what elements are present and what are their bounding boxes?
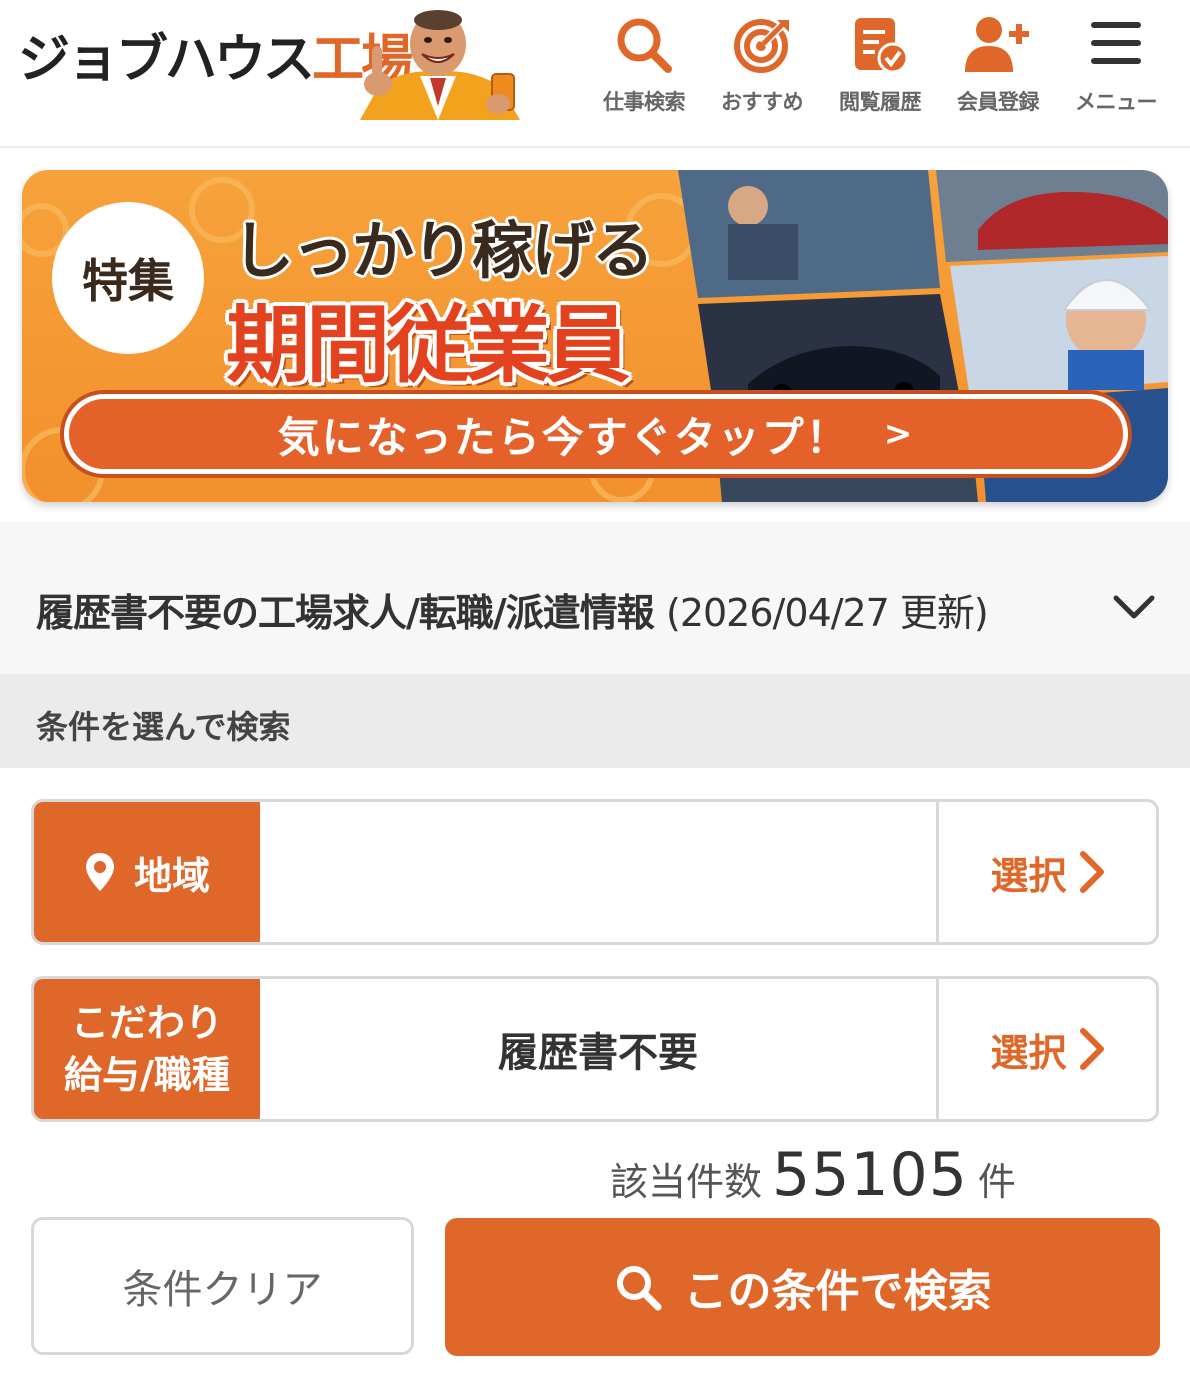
clear-button-label: 条件クリア	[122, 1267, 323, 1313]
nav-label: 仕事検索	[603, 90, 686, 114]
target-icon	[734, 19, 789, 73]
chevron-right-icon: >	[883, 414, 915, 454]
updated-date: (2026/04/27 更新)	[666, 591, 989, 635]
area-filter-row[interactable]: 地域 選択	[31, 799, 1159, 945]
page-heading-toggle[interactable]: 履歴書不要の工場求人/転職/派遣情報 (2026/04/27 更新)	[0, 522, 1190, 674]
result-count-unit: 件	[977, 1160, 1016, 1204]
area-select-button[interactable]: 選択	[936, 802, 1156, 942]
nav-label: メニュー	[1075, 90, 1158, 114]
banner-cta-label: 気になったら今すぐタップ！	[277, 412, 850, 462]
banner-headline: しっかり稼げる	[232, 214, 654, 287]
hamburger-menu-icon	[1091, 22, 1141, 64]
result-count: 該当件数 55105 件	[610, 1140, 1016, 1210]
kodawari-select-button[interactable]: 選択	[936, 979, 1156, 1119]
add-user-icon	[965, 17, 1029, 72]
history-document-icon	[855, 18, 909, 74]
site-header: ジョブハウス工場 仕事検索 おすすめ 閲覧履歴 会員登録 メニュー	[0, 0, 1190, 148]
kodawari-filter-label: こだわり 給与/職種	[34, 979, 260, 1119]
search-button[interactable]: この条件で検索	[445, 1218, 1160, 1356]
map-pin-icon	[85, 853, 114, 891]
result-count-number: 55105	[772, 1140, 968, 1210]
feature-banner[interactable]: 特集 しっかり稼げる 期間従業員 気になったら今すぐタップ！ >	[22, 170, 1168, 502]
feature-badge: 特集	[52, 202, 204, 354]
kodawari-label-line1: こだわり	[70, 1001, 223, 1045]
logo-text-main: ジョブハウス	[18, 30, 315, 90]
nav-label: 閲覧履歴	[839, 90, 922, 114]
banner-title: 期間従業員	[226, 296, 630, 394]
nav-register[interactable]: 会員登録	[939, 14, 1057, 124]
search-section-header: 条件を選んで検索	[0, 674, 1190, 768]
nav-history[interactable]: 閲覧履歴	[821, 14, 939, 124]
kodawari-label-line2: 給与/職種	[64, 1053, 230, 1097]
search-icon	[616, 1266, 661, 1311]
nav-label: 会員登録	[957, 90, 1040, 114]
banner-cta-button[interactable]: 気になったら今すぐタップ！ >	[64, 394, 1128, 474]
area-filter-label: 地域	[34, 802, 260, 942]
mascot-illustration	[350, 6, 525, 120]
area-value	[260, 802, 936, 942]
chevron-down-icon	[1113, 595, 1155, 619]
page-title: 履歴書不要の工場求人/転職/派遣情報 (2026/04/27 更新)	[36, 582, 989, 637]
result-count-label: 該当件数	[610, 1160, 763, 1204]
nav-menu[interactable]: メニュー	[1057, 14, 1175, 124]
chevron-right-icon	[1079, 851, 1104, 893]
banner-area: 特集 しっかり稼げる 期間従業員 気になったら今すぐタップ！ >	[0, 150, 1190, 522]
select-label: 選択	[990, 853, 1067, 898]
chevron-right-icon	[1079, 1028, 1104, 1070]
page-title-text: 履歴書不要の工場求人/転職/派遣情報	[36, 591, 655, 635]
search-button-label: この条件で検索	[683, 1266, 992, 1317]
kodawari-value: 履歴書不要	[498, 1030, 698, 1076]
nav-job-search[interactable]: 仕事検索	[585, 14, 703, 124]
search-icon	[617, 18, 672, 73]
kodawari-filter-row[interactable]: こだわり 給与/職種 履歴書不要 選択	[31, 976, 1159, 1122]
select-label: 選択	[990, 1030, 1067, 1075]
search-section-label: 条件を選んで検索	[36, 708, 291, 746]
nav-recommend[interactable]: おすすめ	[703, 14, 821, 124]
clear-conditions-button[interactable]: 条件クリア	[31, 1217, 414, 1355]
header-nav: 仕事検索 おすすめ 閲覧履歴 会員登録 メニュー	[585, 14, 1185, 124]
area-label-text: 地域	[133, 853, 210, 898]
nav-label: おすすめ	[721, 90, 804, 114]
